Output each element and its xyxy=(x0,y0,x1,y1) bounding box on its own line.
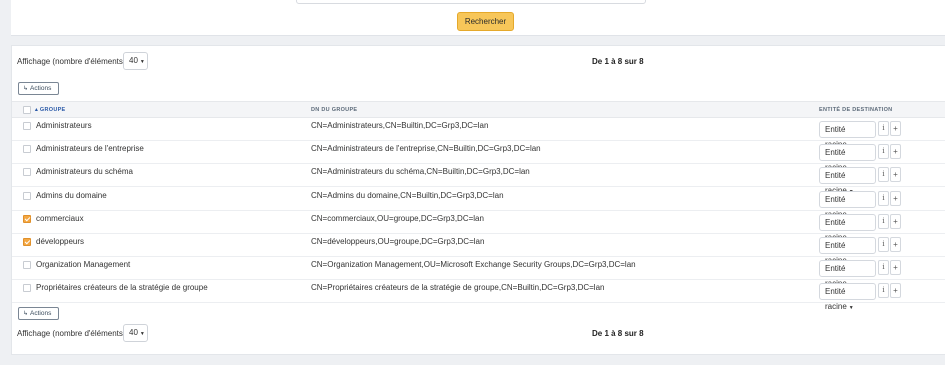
group-name: Propriétaires créateurs de la stratégie … xyxy=(36,283,208,293)
corner-arrow-icon: ↳ xyxy=(23,86,29,92)
column-header-group[interactable]: ▴ GROUPE xyxy=(35,107,66,113)
page-size-value: 40 xyxy=(129,328,138,337)
group-name: développeurs xyxy=(36,237,85,246)
chevron-down-icon: ▼ xyxy=(139,331,145,337)
paging-bottom: Affichage (nombre d'éléments) 40 ▼ De 1 à… xyxy=(12,324,945,344)
table-row: Administrateurs du schéma CN=Administrate… xyxy=(12,164,945,195)
info-icon[interactable]: i xyxy=(878,121,889,136)
plus-icon[interactable]: + xyxy=(890,260,901,276)
group-name: Administrateurs xyxy=(36,121,92,130)
group-dn: CN=Administrateurs du schéma,CN=Builtin,… xyxy=(311,167,530,177)
group-dn: CN=Propriétaires créateurs de la stratég… xyxy=(311,283,605,293)
search-field[interactable] xyxy=(296,0,646,4)
info-icon[interactable]: i xyxy=(878,260,889,276)
column-header-entity[interactable]: ENTITÉ DE DESTINATION xyxy=(819,107,892,113)
entity-select[interactable]: Entité racine▼ xyxy=(819,260,876,288)
entity-select[interactable]: Entité racine▼ xyxy=(819,213,876,242)
page-size-select[interactable]: 40 ▼ xyxy=(123,324,148,342)
entity-value: Entité racine xyxy=(825,287,847,312)
group-dn: CN=Admins du domaine,CN=Builtin,DC=Grp3,… xyxy=(311,190,504,200)
entity-select[interactable]: Entité racine▼ xyxy=(819,283,876,311)
table-row: Organization Management CN=Organization M… xyxy=(12,257,945,288)
row-checkbox[interactable] xyxy=(23,168,31,177)
page-size-label: Affichage (nombre d'éléments) xyxy=(17,329,126,338)
plus-icon[interactable]: + xyxy=(890,237,901,252)
chevron-down-icon: ▼ xyxy=(139,59,145,65)
group-name: commerciaux xyxy=(36,213,84,223)
plus-icon[interactable]: + xyxy=(890,144,901,160)
table-row: Admins du domaine CN=Admins du domaine,CN… xyxy=(12,188,945,219)
entity-select[interactable]: Entité racine▼ xyxy=(819,190,876,219)
paging-top: Affichage (nombre d'éléments) 40 ▼ De 1 à… xyxy=(12,52,945,72)
column-header-dn[interactable]: DN DU GROUPE xyxy=(311,107,357,113)
plus-icon[interactable]: + xyxy=(890,213,901,229)
group-dn: CN=commerciaux,OU=groupe,DC=Grp3,DC=lan xyxy=(311,213,484,223)
group-name: Admins du domaine xyxy=(36,190,107,200)
entity-select[interactable]: Entité racine▼ xyxy=(819,237,876,265)
page-info: De 1 à 8 sur 8 xyxy=(592,329,644,338)
page-info: De 1 à 8 sur 8 xyxy=(592,57,644,66)
page-size-label: Affichage (nombre d'éléments) xyxy=(17,57,126,66)
table-row: Administrateurs de l'entreprise CN=Admini… xyxy=(12,141,945,172)
results-panel: Affichage (nombre d'éléments) 40 ▼ De 1 à… xyxy=(11,45,945,355)
page-size-value: 40 xyxy=(129,56,138,65)
row-checkbox[interactable] xyxy=(23,191,31,200)
row-checkbox[interactable] xyxy=(23,238,31,246)
actions-button-bottom[interactable]: ↳ Actions xyxy=(18,307,59,320)
group-name: Organization Management xyxy=(36,260,131,270)
row-checkbox[interactable] xyxy=(23,214,31,223)
info-icon[interactable]: i xyxy=(878,167,889,183)
info-icon[interactable]: i xyxy=(878,144,889,160)
actions-label: Actions xyxy=(30,85,52,92)
info-icon[interactable]: i xyxy=(878,283,889,299)
row-checkbox[interactable] xyxy=(23,284,31,293)
group-dn: CN=développeurs,OU=groupe,DC=Grp3,DC=lan xyxy=(311,237,485,246)
actions-button[interactable]: ↳ Actions xyxy=(18,82,59,95)
row-checkbox[interactable] xyxy=(23,261,31,270)
entity-select[interactable]: Entité racine▼ xyxy=(819,144,876,172)
table-row: Administrateurs CN=Administrateurs,CN=Bui… xyxy=(12,118,945,149)
plus-icon[interactable]: + xyxy=(890,190,901,206)
page-size-select[interactable]: 40 ▼ xyxy=(123,52,148,70)
table-row: Propriétaires créateurs de la stratégie … xyxy=(12,280,945,311)
actions-label: Actions xyxy=(30,310,52,317)
search-panel: Rechercher xyxy=(11,0,945,36)
entity-select[interactable]: Entité racine▼ xyxy=(819,167,876,195)
table-header: ▴ GROUPE DN DU GROUPE ENTITÉ DE DESTINAT… xyxy=(12,101,945,118)
group-name: Administrateurs du schéma xyxy=(36,167,133,177)
group-dn: CN=Organization Management,OU=Microsoft … xyxy=(311,260,636,270)
table-row: développeurs CN=développeurs,OU=groupe,DC… xyxy=(12,234,945,265)
group-name: Administrateurs de l'entreprise xyxy=(36,144,144,154)
search-button[interactable]: Rechercher xyxy=(457,12,514,31)
row-checkbox[interactable] xyxy=(23,145,31,154)
chevron-down-icon: ▼ xyxy=(848,305,854,312)
corner-arrow-icon: ↳ xyxy=(23,311,29,317)
group-dn: CN=Administrateurs de l'entreprise,CN=Bu… xyxy=(311,144,541,154)
group-dn: CN=Administrateurs,CN=Builtin,DC=Grp3,DC… xyxy=(311,121,489,130)
info-icon[interactable]: i xyxy=(878,213,889,229)
info-icon[interactable]: i xyxy=(878,190,889,206)
entity-select[interactable]: Entité racine▼ xyxy=(819,121,876,149)
plus-icon[interactable]: + xyxy=(890,121,901,136)
info-icon[interactable]: i xyxy=(878,237,889,252)
column-group-label: GROUPE xyxy=(39,107,66,113)
table-row: commerciaux CN=commerciaux,OU=groupe,DC=G… xyxy=(12,211,945,242)
row-checkbox[interactable] xyxy=(23,122,31,130)
plus-icon[interactable]: + xyxy=(890,167,901,183)
plus-icon[interactable]: + xyxy=(890,283,901,299)
select-all-checkbox[interactable] xyxy=(23,106,31,114)
